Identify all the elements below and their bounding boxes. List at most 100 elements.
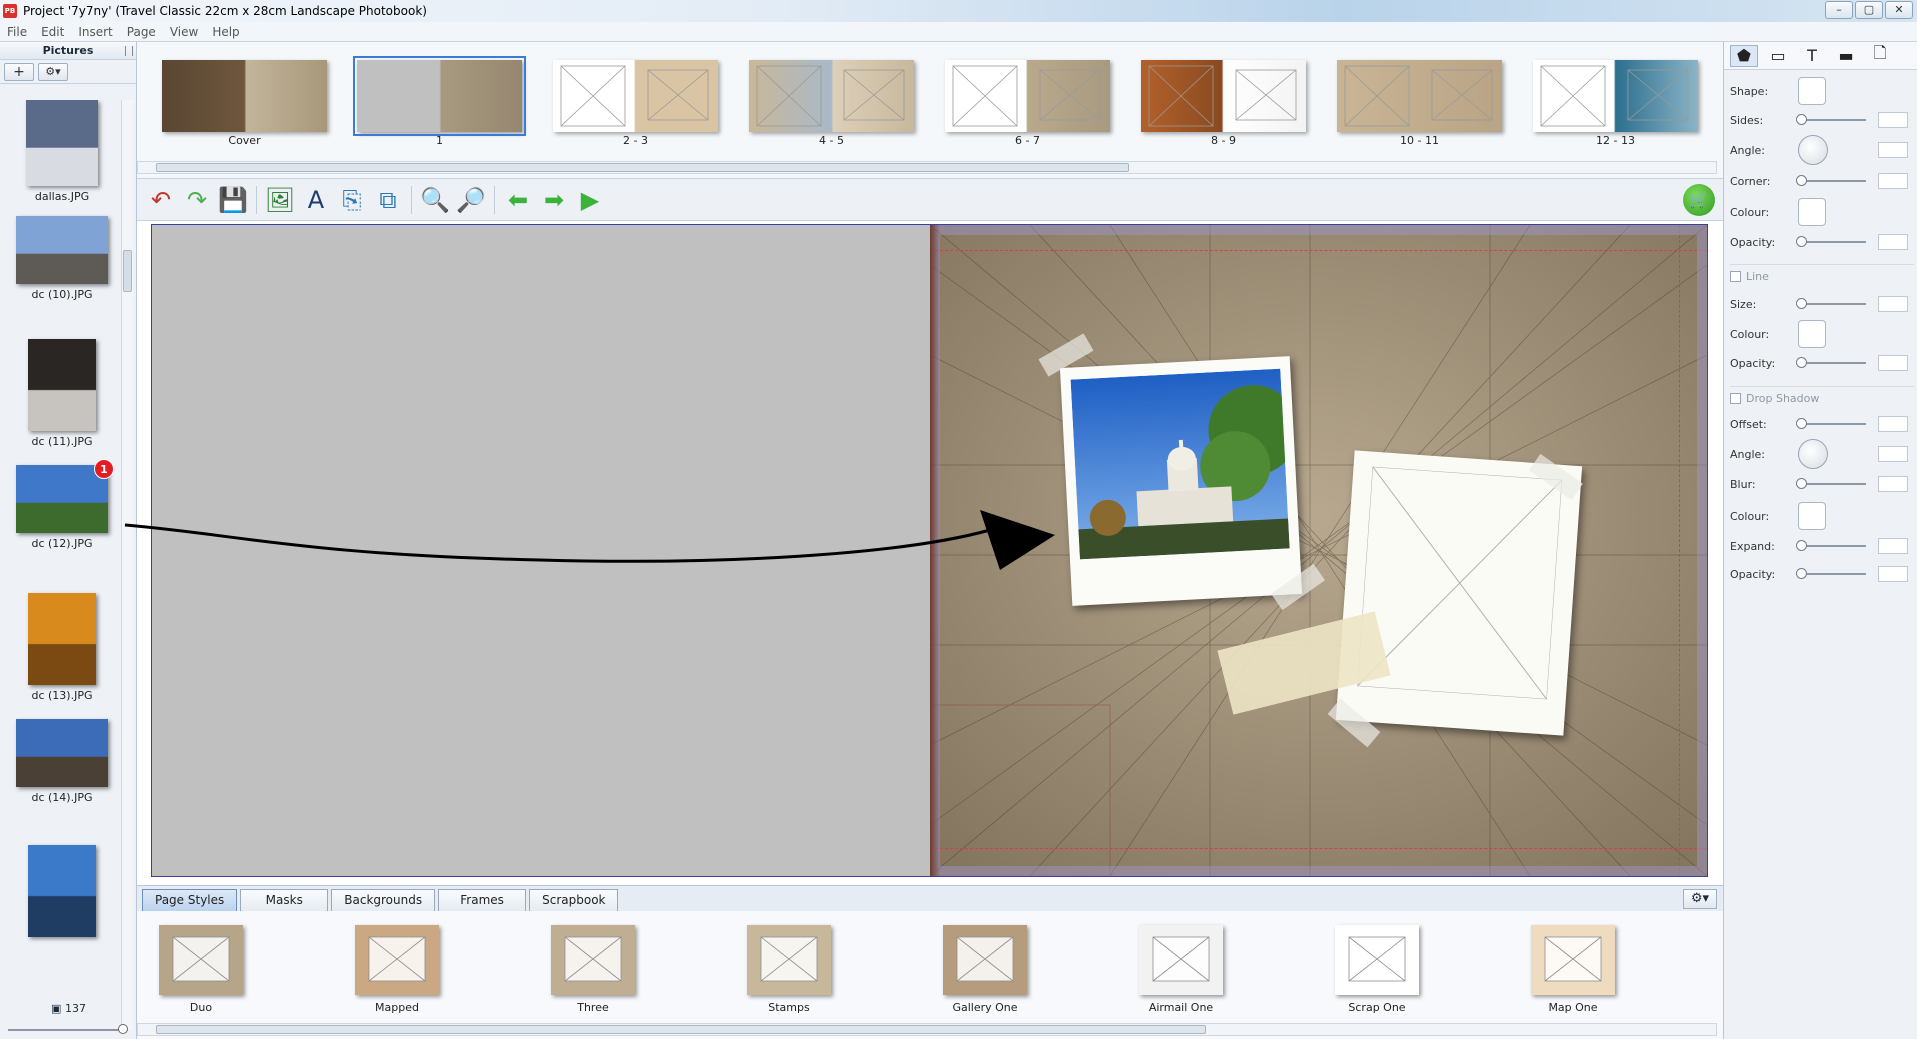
page-style-thumbnail[interactable] [943, 925, 1027, 995]
frame-tab-icon[interactable]: ▭ [1764, 45, 1792, 67]
picture-item[interactable] [0, 845, 124, 937]
thumbnail-size-slider[interactable] [8, 1024, 128, 1034]
duplicate-page-button[interactable]: ⧉ [370, 184, 406, 216]
page-style-thumbnail[interactable] [355, 925, 439, 995]
menu-insert[interactable]: Insert [71, 25, 119, 39]
page-thumbnail[interactable] [945, 60, 1110, 132]
picture-thumbnail[interactable] [16, 216, 108, 284]
pages-scrollbar[interactable] [137, 161, 1717, 174]
value-input[interactable] [1878, 296, 1908, 312]
picture-thumbnail[interactable] [28, 593, 96, 685]
redo-button[interactable]: ↷ [179, 184, 215, 216]
angle-dial[interactable] [1798, 135, 1828, 165]
property-slider[interactable] [1796, 357, 1866, 368]
undo-button[interactable]: ↶ [143, 184, 179, 216]
page-style-thumbnail[interactable] [747, 925, 831, 995]
page-style-thumbnail[interactable] [551, 925, 635, 995]
page-thumbnail[interactable] [749, 60, 914, 132]
property-slider[interactable] [1796, 418, 1866, 429]
text-tab-icon[interactable]: T [1798, 45, 1826, 67]
pictures-gear-button[interactable]: ⚙▾ [38, 62, 68, 81]
page-style-thumbnail[interactable] [1139, 925, 1223, 995]
add-page-button[interactable]: ⎘ [334, 184, 370, 216]
page-style-thumbnail[interactable] [1335, 925, 1419, 995]
picture-item[interactable]: dc (11).JPG [0, 339, 124, 448]
add-pictures-button[interactable]: + [4, 62, 34, 81]
save-button[interactable]: 💾 [215, 184, 251, 216]
panel-grip-icon[interactable] [125, 46, 133, 56]
page-style-item[interactable]: Duo [141, 925, 261, 1014]
add-text-button[interactable]: A [298, 184, 334, 216]
picture-item[interactable]: dallas.JPG [0, 100, 124, 203]
picture-item[interactable]: dc (13).JPG [0, 593, 124, 702]
tabs-gear-button[interactable]: ⚙▾ [1683, 889, 1717, 909]
colour-swatch[interactable] [1798, 320, 1826, 348]
cart-icon[interactable]: 🛒 [1683, 184, 1715, 216]
value-input[interactable] [1878, 355, 1908, 371]
picture-item[interactable]: dc (10).JPG [0, 216, 124, 301]
pages-scroll-thumb[interactable] [156, 163, 1129, 172]
tab-frames[interactable]: Frames [438, 889, 527, 911]
slider-knob[interactable] [1796, 236, 1807, 247]
slider-knob[interactable] [1796, 540, 1807, 551]
property-slider[interactable] [1796, 114, 1866, 125]
shape-tab-icon[interactable]: ⬟ [1730, 44, 1758, 67]
value-input[interactable] [1878, 416, 1908, 432]
page-style-item[interactable]: Scrap One [1317, 925, 1437, 1014]
add-picture-button[interactable]: 🖼 [262, 184, 298, 216]
thumbnail-size-knob[interactable] [118, 1024, 128, 1034]
value-input[interactable] [1878, 112, 1908, 128]
prev-page-button[interactable]: ⬅ [500, 184, 536, 216]
page-style-thumbnail[interactable] [159, 925, 243, 995]
pictures-scrollbar[interactable] [121, 100, 133, 1030]
page-style-item[interactable]: Gallery One [925, 925, 1045, 1014]
property-slider[interactable] [1796, 540, 1866, 551]
zoom-out-button[interactable]: 🔍 [417, 184, 453, 216]
photo-frame[interactable] [1059, 356, 1303, 606]
left-page[interactable] [152, 225, 930, 876]
value-input[interactable] [1878, 538, 1908, 554]
slider-knob[interactable] [1796, 114, 1807, 125]
slider-knob[interactable] [1796, 298, 1807, 309]
styles-scrollbar[interactable] [137, 1023, 1717, 1036]
page-style-item[interactable]: Airmail One [1121, 925, 1241, 1014]
page-thumbnail[interactable] [1141, 60, 1306, 132]
minimize-button[interactable]: – [1825, 1, 1853, 19]
empty-picture-frame[interactable] [1335, 450, 1583, 736]
maximize-button[interactable]: ▢ [1855, 1, 1883, 19]
picture-thumbnail[interactable] [28, 339, 96, 431]
page-thumbnail[interactable] [1533, 60, 1698, 132]
value-input[interactable] [1878, 476, 1908, 492]
slider-knob[interactable] [1796, 418, 1807, 429]
styles-scroll-thumb[interactable] [156, 1025, 1206, 1034]
property-slider[interactable] [1796, 298, 1866, 309]
menu-edit[interactable]: Edit [34, 25, 71, 39]
page-style-item[interactable]: Three [533, 925, 653, 1014]
page-thumbnail[interactable] [353, 56, 526, 136]
page-style-thumbnail[interactable] [1531, 925, 1615, 995]
page-thumbnail[interactable] [553, 60, 718, 132]
close-button[interactable]: ✕ [1885, 1, 1913, 19]
page-thumbnail[interactable] [162, 60, 327, 132]
page-tab-icon[interactable]: 🗋 [1866, 43, 1894, 67]
drop-shadow-checkbox[interactable] [1730, 393, 1741, 404]
tab-scrapbook[interactable]: Scrapbook [529, 889, 619, 911]
picture-item[interactable]: 1 dc (12).JPG [0, 459, 124, 550]
slider-knob[interactable] [1796, 568, 1807, 579]
page-style-item[interactable]: Stamps [729, 925, 849, 1014]
page-style-item[interactable]: Mapped [337, 925, 457, 1014]
value-input[interactable] [1878, 446, 1908, 462]
zoom-in-button[interactable]: 🔎 [453, 184, 489, 216]
menu-page[interactable]: Page [120, 25, 163, 39]
page-style-item[interactable]: Map One [1513, 925, 1633, 1014]
property-slider[interactable] [1796, 236, 1866, 247]
value-input[interactable] [1878, 142, 1908, 158]
menu-view[interactable]: View [163, 25, 205, 39]
line-checkbox[interactable] [1730, 271, 1741, 282]
value-input[interactable] [1878, 234, 1908, 250]
slider-knob[interactable] [1796, 175, 1807, 186]
menu-file[interactable]: File [0, 25, 34, 39]
property-slider[interactable] [1796, 568, 1866, 579]
property-slider[interactable] [1796, 478, 1866, 489]
angle-dial[interactable] [1798, 439, 1828, 469]
